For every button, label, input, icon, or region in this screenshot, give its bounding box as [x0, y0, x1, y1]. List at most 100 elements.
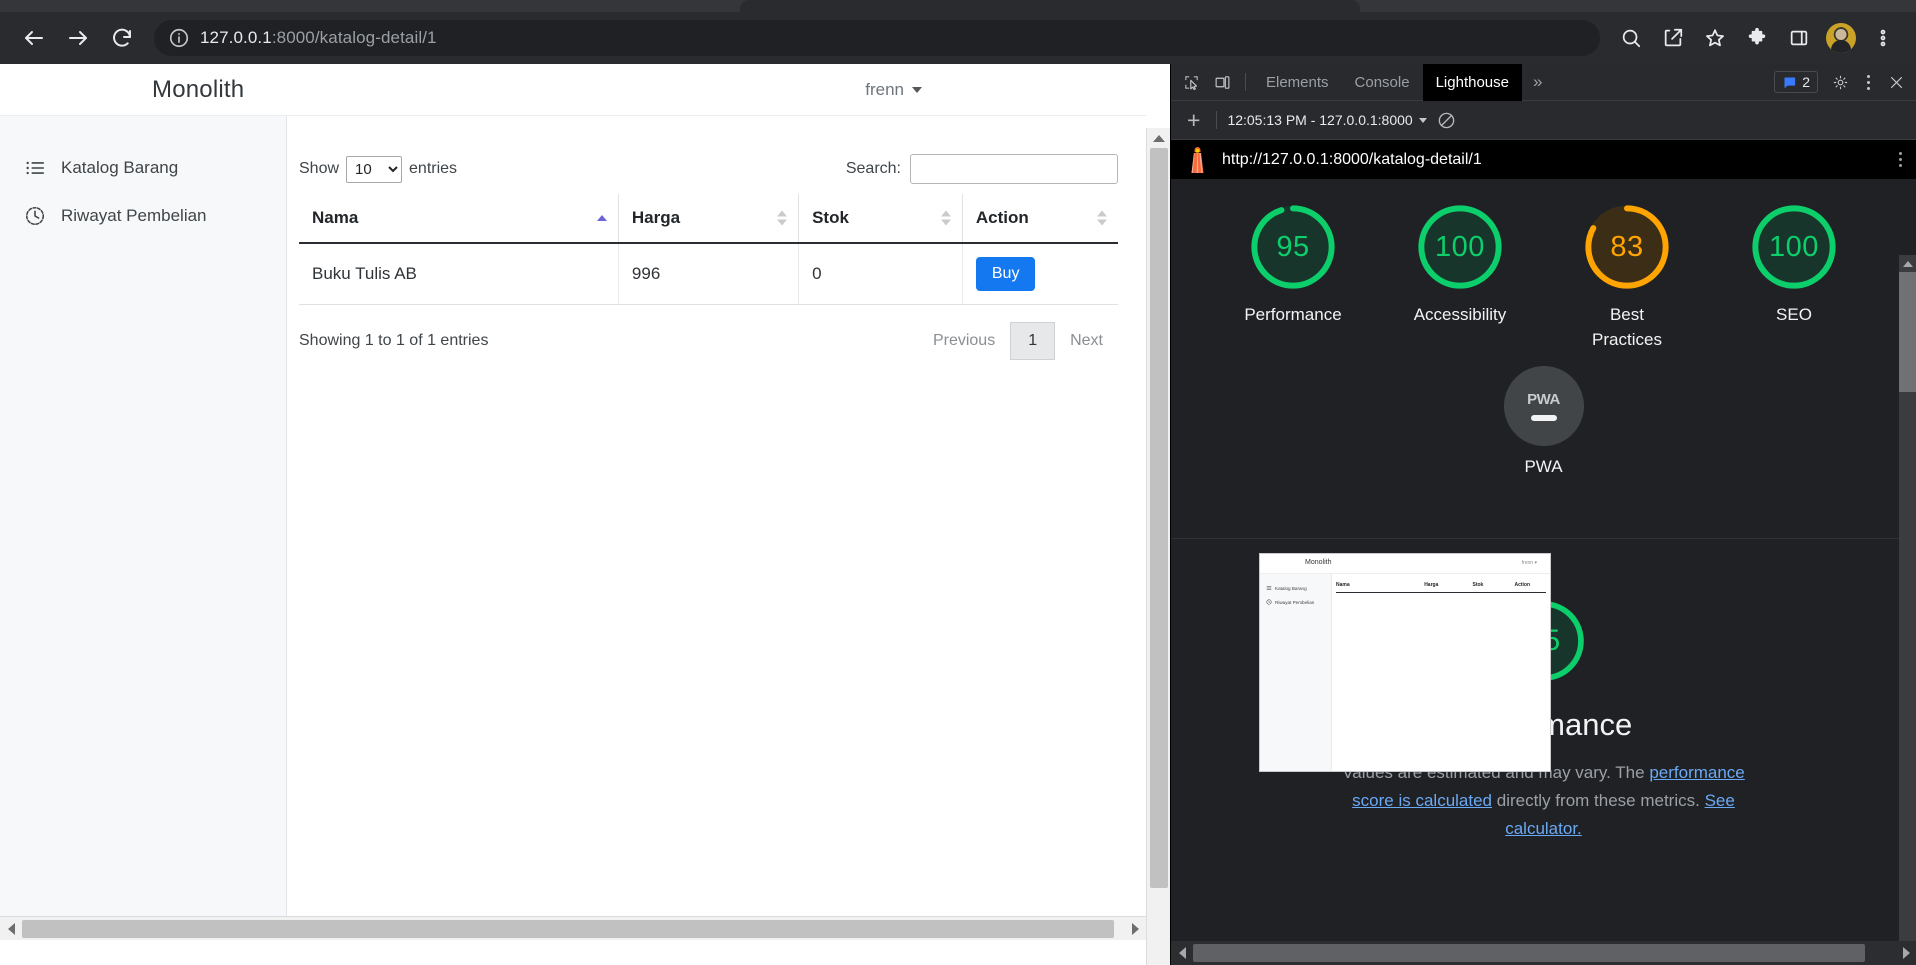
pagination-next[interactable]: Next: [1055, 323, 1118, 359]
buy-button[interactable]: Buy: [975, 257, 1036, 291]
pwa-block[interactable]: PWA PWA: [1503, 366, 1584, 477]
user-menu-label: frenn: [865, 79, 904, 99]
gauge-label: Accessibility: [1413, 305, 1507, 324]
toolbar-divider: [1216, 111, 1218, 129]
horizontal-scroll-thumb[interactable]: [22, 920, 1114, 938]
clear-all-icon[interactable]: [1437, 111, 1456, 130]
browser-window: 127.0.0.1:8000/katalog-detail/1 Monolith…: [0, 0, 1916, 965]
close-icon[interactable]: [1882, 68, 1910, 96]
scroll-left-arrow[interactable]: [0, 917, 22, 941]
show-label: Show: [299, 160, 340, 177]
column-label: Stok: [812, 208, 849, 227]
column-header-harga[interactable]: Harga: [617, 194, 799, 244]
gear-icon[interactable]: [1826, 68, 1854, 96]
inspect-element-icon[interactable]: [1176, 68, 1207, 96]
report-url-bar: http://127.0.0.1:8000/katalog-detail/1: [1171, 140, 1916, 179]
gauge-performance[interactable]: 95 Performance: [1222, 201, 1364, 352]
devtools-menu-icon[interactable]: [1854, 68, 1882, 96]
app-navbar: Monolith frenn: [0, 64, 1146, 116]
reload-button[interactable]: [100, 16, 144, 60]
devtools-scroll-thumb[interactable]: [1899, 272, 1916, 392]
column-header-nama[interactable]: Nama: [299, 194, 619, 244]
gauge-score: 100: [1769, 230, 1819, 263]
extensions-icon[interactable]: [1736, 17, 1778, 59]
scroll-up-arrow[interactable]: [1899, 255, 1916, 272]
list-icon: [1266, 585, 1272, 591]
bookmark-star-icon[interactable]: [1694, 17, 1736, 59]
pagination-page-1[interactable]: 1: [1010, 322, 1056, 360]
thumbnail-column: Action: [1514, 582, 1531, 588]
page-viewport: Monolith frenn Katalog Barang Riwayat Pe…: [0, 64, 1170, 965]
gauge-best-practices[interactable]: 83 Best Practices: [1556, 201, 1698, 352]
devtools-vertical-scrollbar[interactable]: [1899, 255, 1916, 965]
scroll-right-arrow[interactable]: [1895, 941, 1916, 965]
search-input[interactable]: [910, 154, 1118, 184]
pwa-label: PWA: [1524, 457, 1563, 477]
report-menu-icon[interactable]: [1899, 152, 1902, 167]
issues-icon: [1784, 77, 1796, 88]
cell-stok: 0: [798, 243, 963, 305]
thumbnail-sidebar: Katalog Barang Riwayat Pembelian: [1260, 574, 1332, 771]
page-screenshot-thumbnail: Monolith frenn ▾ Katalog Barang Riwayat …: [1259, 553, 1551, 772]
devtools-horizontal-scrollbar[interactable]: [1171, 941, 1916, 965]
scroll-left-arrow[interactable]: [1171, 941, 1193, 965]
tab-strip: [0, 0, 1916, 12]
tab-elements[interactable]: Elements: [1253, 64, 1342, 101]
search-icon[interactable]: [1610, 17, 1652, 59]
app-brand[interactable]: Monolith: [152, 76, 244, 104]
gauge-score: 95: [1276, 230, 1310, 263]
list-icon: [26, 161, 45, 175]
sidebar-item-katalog-barang[interactable]: Katalog Barang: [0, 144, 286, 192]
thumbnail-brand: Monolith: [1305, 559, 1332, 566]
report-url: http://127.0.0.1:8000/katalog-detail/1: [1222, 150, 1482, 168]
tab-console[interactable]: Console: [1342, 64, 1423, 101]
devtools-tabbar: Elements Console Lighthouse » 2: [1171, 64, 1916, 101]
column-header-action[interactable]: Action: [961, 194, 1118, 244]
user-menu[interactable]: frenn: [865, 80, 922, 100]
thumbnail-column: Stok: [1472, 582, 1484, 588]
entries-length-select[interactable]: 102550100: [346, 155, 403, 183]
scroll-right-arrow[interactable]: [1124, 917, 1146, 941]
desc-middle: directly from these metrics.: [1492, 791, 1705, 811]
back-button[interactable]: [12, 16, 56, 60]
sidebar-item-riwayat-pembelian[interactable]: Riwayat Pembelian: [0, 192, 286, 240]
sidebar: Katalog Barang Riwayat Pembelian: [0, 116, 287, 940]
score-gauge-row: 95 Performance 100 Accessibility 83 Best…: [1222, 201, 1865, 352]
pagination-previous[interactable]: Previous: [918, 323, 1010, 359]
page-horizontal-scrollbar[interactable]: [0, 916, 1146, 940]
column-label: Action: [975, 208, 1029, 227]
new-audit-button[interactable]: +: [1181, 108, 1206, 132]
thumbnail-sidebar-label: Riwayat Pembelian: [1275, 599, 1315, 605]
more-tabs-icon[interactable]: »: [1522, 72, 1553, 92]
scroll-up-arrow[interactable]: [1147, 128, 1170, 148]
chrome-menu-icon[interactable]: [1862, 17, 1904, 59]
thumbnail-user: frenn ▾: [1521, 560, 1537, 566]
share-icon[interactable]: [1652, 17, 1694, 59]
tab-lighthouse[interactable]: Lighthouse: [1422, 64, 1522, 101]
pagination: Previous 1 Next: [918, 322, 1118, 360]
gauge-ring: 100: [1414, 201, 1506, 293]
site-info-icon[interactable]: [168, 27, 190, 49]
devtools-h-scroll-thumb[interactable]: [1193, 944, 1865, 962]
datatable-info: Showing 1 to 1 of 1 entries: [299, 332, 489, 349]
thumbnail-navbar: Monolith frenn ▾: [1260, 554, 1550, 574]
cell-nama: Buku Tulis AB: [299, 243, 619, 305]
sort-indicator-icon: [596, 215, 607, 221]
audit-run-select[interactable]: 12:05:13 PM - 127.0.0.1:8000: [1227, 112, 1427, 128]
profile-avatar[interactable]: [1826, 23, 1856, 53]
pwa-badge: PWA: [1503, 366, 1584, 447]
side-panel-icon[interactable]: [1778, 17, 1820, 59]
device-toolbar-icon[interactable]: [1207, 68, 1238, 96]
gauge-seo[interactable]: 100 SEO: [1723, 201, 1865, 352]
vertical-scroll-thumb[interactable]: [1150, 148, 1168, 888]
gauge-label: Best Practices: [1592, 305, 1662, 349]
browser-tab[interactable]: [740, 0, 1360, 12]
issues-badge[interactable]: 2: [1774, 71, 1818, 93]
address-bar[interactable]: 127.0.0.1:8000/katalog-detail/1: [154, 20, 1600, 56]
column-header-stok[interactable]: Stok: [798, 194, 963, 244]
entries-label: entries: [409, 160, 458, 177]
gauge-accessibility[interactable]: 100 Accessibility: [1389, 201, 1531, 352]
forward-button[interactable]: [56, 16, 100, 60]
page-vertical-scrollbar[interactable]: [1146, 128, 1170, 965]
sort-indicator-icon: [940, 210, 951, 226]
